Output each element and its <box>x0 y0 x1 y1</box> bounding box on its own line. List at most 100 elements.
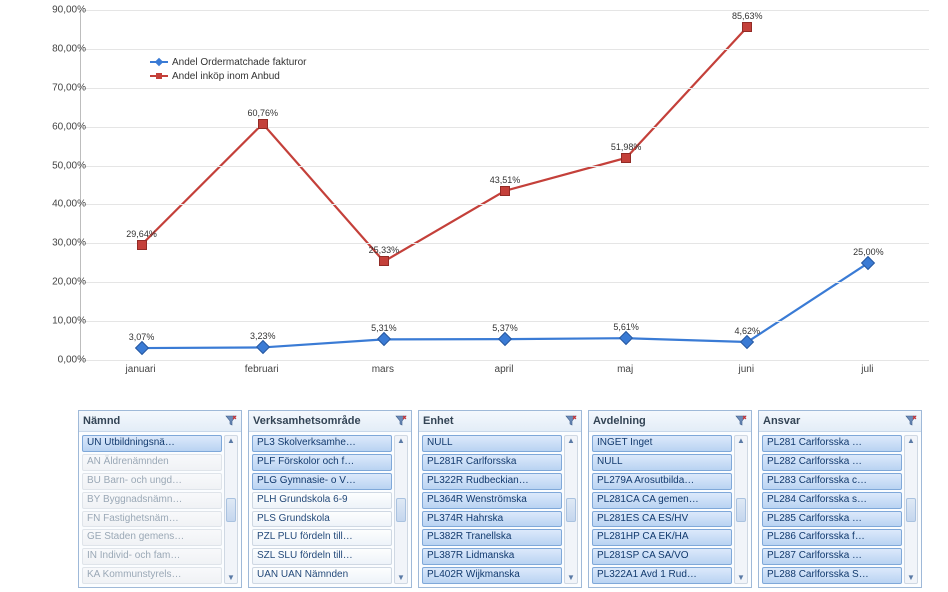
data-point <box>500 186 510 196</box>
clear-filter-icon[interactable] <box>905 415 917 427</box>
scroll-thumb[interactable] <box>736 498 746 522</box>
slicer-item[interactable]: PLS Grundskola <box>252 511 392 528</box>
slicer-scrollbar[interactable]: ▲▼ <box>394 435 408 584</box>
scroll-up-icon[interactable]: ▲ <box>737 436 745 446</box>
slicer-item[interactable]: PL281CA CA gemen… <box>592 492 732 509</box>
scroll-down-icon[interactable]: ▼ <box>567 573 575 583</box>
scroll-up-icon[interactable]: ▲ <box>567 436 575 446</box>
slicer-item[interactable]: PL288 Carlforsska S… <box>762 567 902 584</box>
slicer-scrollbar[interactable]: ▲▼ <box>904 435 918 584</box>
x-tick-label: januari <box>126 364 156 375</box>
slicer-item[interactable]: PLF Förskolor och f… <box>252 454 392 471</box>
y-tick-label: 70,00% <box>26 82 86 93</box>
gridline <box>81 127 929 128</box>
slicer-item[interactable]: BU Barn- och ungd… <box>82 473 222 490</box>
slicer-item[interactable]: NULL <box>422 435 562 452</box>
slicer-item[interactable]: PZL PLU fördeln till… <box>252 529 392 546</box>
slicer-item[interactable]: PL286 Carlforsska f… <box>762 529 902 546</box>
slicer-scrollbar[interactable]: ▲▼ <box>564 435 578 584</box>
slicer-item[interactable]: UN Utbildningsnä… <box>82 435 222 452</box>
slicer-item[interactable]: IN Individ- och fam… <box>82 548 222 565</box>
slicer-scrollbar[interactable]: ▲▼ <box>224 435 238 584</box>
x-tick-label: mars <box>372 364 394 375</box>
slicer-item[interactable]: PL364R Wenströmska <box>422 492 562 509</box>
slicer-item[interactable]: PL387R Lidmanska <box>422 548 562 565</box>
slicer-title: Enhet <box>423 415 454 427</box>
slicer-enhet: Enhet NULL PL281R Carlforsska PL322R Rudbec… <box>418 410 582 588</box>
slicer-item[interactable]: PL285 Carlforsska … <box>762 511 902 528</box>
data-label: 4,62% <box>735 326 761 336</box>
clear-filter-icon[interactable] <box>565 415 577 427</box>
scroll-down-icon[interactable]: ▼ <box>737 573 745 583</box>
slicer-item[interactable]: PL283 Carlforsska c… <box>762 473 902 490</box>
scroll-up-icon[interactable]: ▲ <box>397 436 405 446</box>
scroll-down-icon[interactable]: ▼ <box>397 573 405 583</box>
slicer-item[interactable]: PL281ES CA ES/HV <box>592 511 732 528</box>
slicer-item[interactable]: PL281SP CA SA/VO <box>592 548 732 565</box>
slicer-list: NULL PL281R Carlforsska PL322R Rudbeckian…… <box>422 435 562 584</box>
scroll-thumb[interactable] <box>226 498 236 522</box>
y-tick-label: 40,00% <box>26 199 86 210</box>
slicer-item[interactable]: BY Byggnadsnämn… <box>82 492 222 509</box>
slicer-item[interactable]: PL374R Hahrska <box>422 511 562 528</box>
slicer-item[interactable]: PL322A1 Avd 1 Rud… <box>592 567 732 584</box>
y-tick-label: 10,00% <box>26 316 86 327</box>
slicer-item[interactable]: GE Staden gemens… <box>82 529 222 546</box>
scroll-thumb[interactable] <box>906 498 916 522</box>
slicer-scrollbar[interactable]: ▲▼ <box>734 435 748 584</box>
gridline <box>81 321 929 322</box>
line-chart: 3,07%3,23%5,31%5,37%5,61%4,62%25,00%29,6… <box>10 0 938 400</box>
data-label: 85,63% <box>732 11 763 21</box>
slicer-item[interactable]: PL279A Arosutbilda… <box>592 473 732 490</box>
data-label: 29,64% <box>126 229 157 239</box>
scroll-thumb[interactable] <box>566 498 576 522</box>
slicer-item[interactable]: PL281R Carlforsska <box>422 454 562 471</box>
scroll-up-icon[interactable]: ▲ <box>227 436 235 446</box>
slicer-item[interactable]: PL382R Tranellska <box>422 529 562 546</box>
clear-filter-icon[interactable] <box>735 415 747 427</box>
slicer-item[interactable]: SZL SLU fördeln till… <box>252 548 392 565</box>
slicer-item[interactable]: UAN UAN Nämnden <box>252 567 392 584</box>
slicer-item[interactable]: PL287 Carlforsska … <box>762 548 902 565</box>
slicer-item[interactable]: KA Kommunstyrels… <box>82 567 222 584</box>
slicer-item[interactable]: PL322R Rudbeckian… <box>422 473 562 490</box>
clear-filter-icon[interactable] <box>395 415 407 427</box>
data-label: 43,51% <box>490 175 521 185</box>
slicer-item[interactable]: PL281HP CA EK/HA <box>592 529 732 546</box>
gridline <box>81 360 929 361</box>
slicer-list: UN Utbildningsnä… AN Äldrenämnden BU Barn-… <box>82 435 222 584</box>
clear-filter-icon[interactable] <box>225 415 237 427</box>
data-label: 51,98% <box>611 142 642 152</box>
slicer-item[interactable]: FN Fastighetsnäm… <box>82 511 222 528</box>
slicer-item[interactable]: PL284 Carlforsska s… <box>762 492 902 509</box>
slicer-list: PL3 Skolverksamhe… PLF Förskolor och f… PL… <box>252 435 392 584</box>
x-tick-label: juni <box>738 364 754 375</box>
slicer-item[interactable]: PL3 Skolverksamhe… <box>252 435 392 452</box>
scroll-down-icon[interactable]: ▼ <box>907 573 915 583</box>
gridline <box>81 88 929 89</box>
data-label: 5,31% <box>371 323 397 333</box>
slicer-item[interactable]: PL402R Wijkmanska <box>422 567 562 584</box>
slicer-ansvar: AnsvarPL281 Carlforsska …PL282 Carlforss… <box>758 410 922 588</box>
legend-marker-red <box>150 75 168 77</box>
gridline <box>81 49 929 50</box>
scroll-down-icon[interactable]: ▼ <box>227 573 235 583</box>
data-label: 60,76% <box>247 108 278 118</box>
x-tick-label: april <box>495 364 514 375</box>
scroll-up-icon[interactable]: ▲ <box>907 436 915 446</box>
legend-label-1: Andel inköp inom Anbud <box>172 71 280 82</box>
slicer-item[interactable]: PL282 Carlforsska … <box>762 454 902 471</box>
data-label: 5,61% <box>613 322 639 332</box>
slicer-item[interactable]: NULL <box>592 454 732 471</box>
legend-item-1: Andel inköp inom Anbud <box>150 69 307 83</box>
slicer-item[interactable]: AN Äldrenämnden <box>82 454 222 471</box>
slicer-item[interactable]: PLG Gymnasie- o V… <box>252 473 392 490</box>
slicer-body: NULL PL281R Carlforsska PL322R Rudbeckian…… <box>419 432 581 587</box>
slicer-item[interactable]: INGET Inget <box>592 435 732 452</box>
legend-label-0: Andel Ordermatchade fakturor <box>172 57 307 68</box>
slicer-item[interactable]: PLH Grundskola 6-9 <box>252 492 392 509</box>
data-label: 5,37% <box>492 323 518 333</box>
slicer-item[interactable]: PL281 Carlforsska … <box>762 435 902 452</box>
scroll-thumb[interactable] <box>396 498 406 522</box>
data-point <box>621 153 631 163</box>
